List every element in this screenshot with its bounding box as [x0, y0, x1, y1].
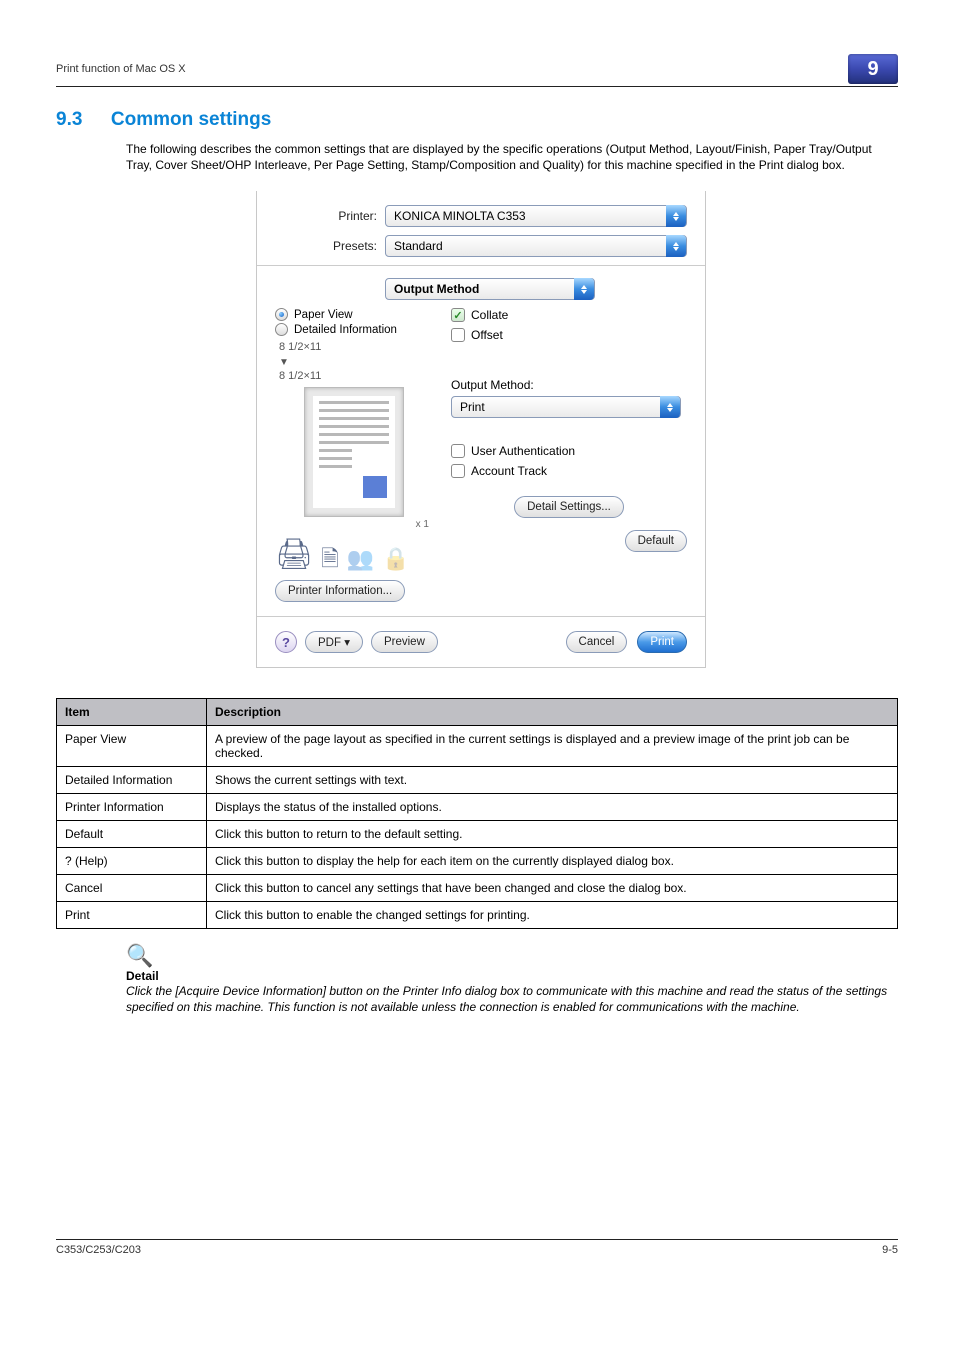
default-button[interactable]: Default	[625, 530, 687, 552]
offset-label: Offset	[471, 328, 503, 342]
table-cell: Print	[57, 902, 207, 929]
output-method-select[interactable]: Print	[451, 396, 681, 418]
section-number: 9.3	[56, 109, 82, 130]
detail-text: Click the [Acquire Device Information] b…	[126, 983, 898, 1015]
table-row: PrintClick this button to enable the cha…	[57, 902, 898, 929]
document-icon[interactable]: 🗎	[321, 548, 339, 570]
radio-paper-view-label: Paper View	[294, 309, 353, 321]
radio-detailed-information[interactable]: Detailed Information	[275, 323, 433, 336]
footer-model: C353/C253/C203	[56, 1244, 141, 1256]
output-method-label: Output Method:	[451, 378, 687, 392]
table-cell: Click this button to enable the changed …	[207, 902, 898, 929]
table-cell: Click this button to cancel any settings…	[207, 875, 898, 902]
radio-detailed-info-label: Detailed Information	[294, 324, 397, 336]
lock-icon[interactable]: 🔒	[382, 548, 409, 570]
output-method-value: Print	[460, 400, 485, 414]
printer-icon[interactable]: 🖨	[275, 540, 313, 570]
table-row: ? (Help)Click this button to display the…	[57, 848, 898, 875]
cancel-button[interactable]: Cancel	[566, 631, 628, 653]
presets-label: Presets:	[275, 239, 385, 253]
section-title-text: Common settings	[111, 109, 271, 130]
intro-paragraph: The following describes the common setti…	[126, 141, 898, 173]
radio-paper-view[interactable]: Paper View	[275, 308, 433, 321]
table-cell: Printer Information	[57, 794, 207, 821]
table-row: Printer InformationDisplays the status o…	[57, 794, 898, 821]
copy-count: x 1	[275, 519, 433, 530]
table-row: Detailed InformationShows the current se…	[57, 767, 898, 794]
presets-value: Standard	[394, 239, 443, 253]
section-heading: 9.3 Common settings	[56, 109, 898, 131]
table-cell: Click this button to display the help fo…	[207, 848, 898, 875]
table-cell: ? (Help)	[57, 848, 207, 875]
checkbox-icon	[451, 464, 465, 478]
pdf-menu-button[interactable]: PDF ▾	[305, 631, 363, 653]
arrow-down-icon: ▼	[279, 357, 289, 368]
printer-value: KONICA MINOLTA C353	[394, 209, 526, 223]
chevron-updown-icon	[660, 396, 680, 418]
user-authentication-checkbox[interactable]: User Authentication	[451, 444, 687, 458]
preview-button[interactable]: Preview	[371, 631, 438, 653]
table-cell: Click this button to return to the defau…	[207, 821, 898, 848]
panel-select[interactable]: Output Method	[385, 278, 595, 300]
magnifier-icon: 🔍	[126, 945, 898, 967]
table-row: DefaultClick this button to return to th…	[57, 821, 898, 848]
table-cell: A preview of the page layout as specifie…	[207, 726, 898, 767]
table-cell: Shows the current settings with text.	[207, 767, 898, 794]
table-cell: Paper View	[57, 726, 207, 767]
header-text: Print function of Mac OS X	[56, 63, 186, 75]
help-button[interactable]: ?	[275, 631, 297, 653]
chevron-updown-icon	[574, 278, 594, 300]
users-icon[interactable]: 👥	[347, 548, 374, 570]
checkbox-checked-icon: ✓	[451, 308, 465, 322]
chevron-updown-icon	[666, 235, 686, 257]
panel-value: Output Method	[394, 282, 479, 296]
radio-dot-icon	[275, 323, 288, 336]
page-preview	[304, 387, 404, 517]
table-cell: Detailed Information	[57, 767, 207, 794]
chevron-updown-icon	[666, 205, 686, 227]
table-cell: Displays the status of the installed opt…	[207, 794, 898, 821]
account-track-checkbox[interactable]: Account Track	[451, 464, 687, 478]
description-table: Item Description Paper ViewA preview of …	[56, 698, 898, 929]
detail-heading: Detail	[126, 969, 898, 983]
chapter-badge: 9	[848, 54, 898, 84]
presets-select[interactable]: Standard	[385, 235, 687, 257]
footer-page: 9-5	[882, 1244, 898, 1256]
size-top: 8 1/2×11	[279, 341, 321, 353]
user-auth-label: User Authentication	[471, 444, 575, 458]
print-dialog: Printer: KONICA MINOLTA C353 Presets: St…	[256, 191, 706, 668]
table-cell: Cancel	[57, 875, 207, 902]
printer-information-button[interactable]: Printer Information...	[275, 580, 405, 602]
collate-label: Collate	[471, 308, 508, 322]
table-header-description: Description	[207, 699, 898, 726]
checkbox-icon	[451, 444, 465, 458]
radio-dot-selected-icon	[275, 308, 288, 321]
account-track-label: Account Track	[471, 464, 547, 478]
collate-checkbox[interactable]: ✓ Collate	[451, 308, 687, 322]
table-header-item: Item	[57, 699, 207, 726]
table-row: Paper ViewA preview of the page layout a…	[57, 726, 898, 767]
size-bottom: 8 1/2×11	[279, 370, 321, 382]
checkbox-icon	[451, 328, 465, 342]
print-button[interactable]: Print	[637, 631, 687, 653]
table-row: CancelClick this button to cancel any se…	[57, 875, 898, 902]
printer-select[interactable]: KONICA MINOLTA C353	[385, 205, 687, 227]
printer-label: Printer:	[275, 209, 385, 223]
detail-settings-button[interactable]: Detail Settings...	[514, 496, 624, 518]
table-cell: Default	[57, 821, 207, 848]
offset-checkbox[interactable]: Offset	[451, 328, 687, 342]
